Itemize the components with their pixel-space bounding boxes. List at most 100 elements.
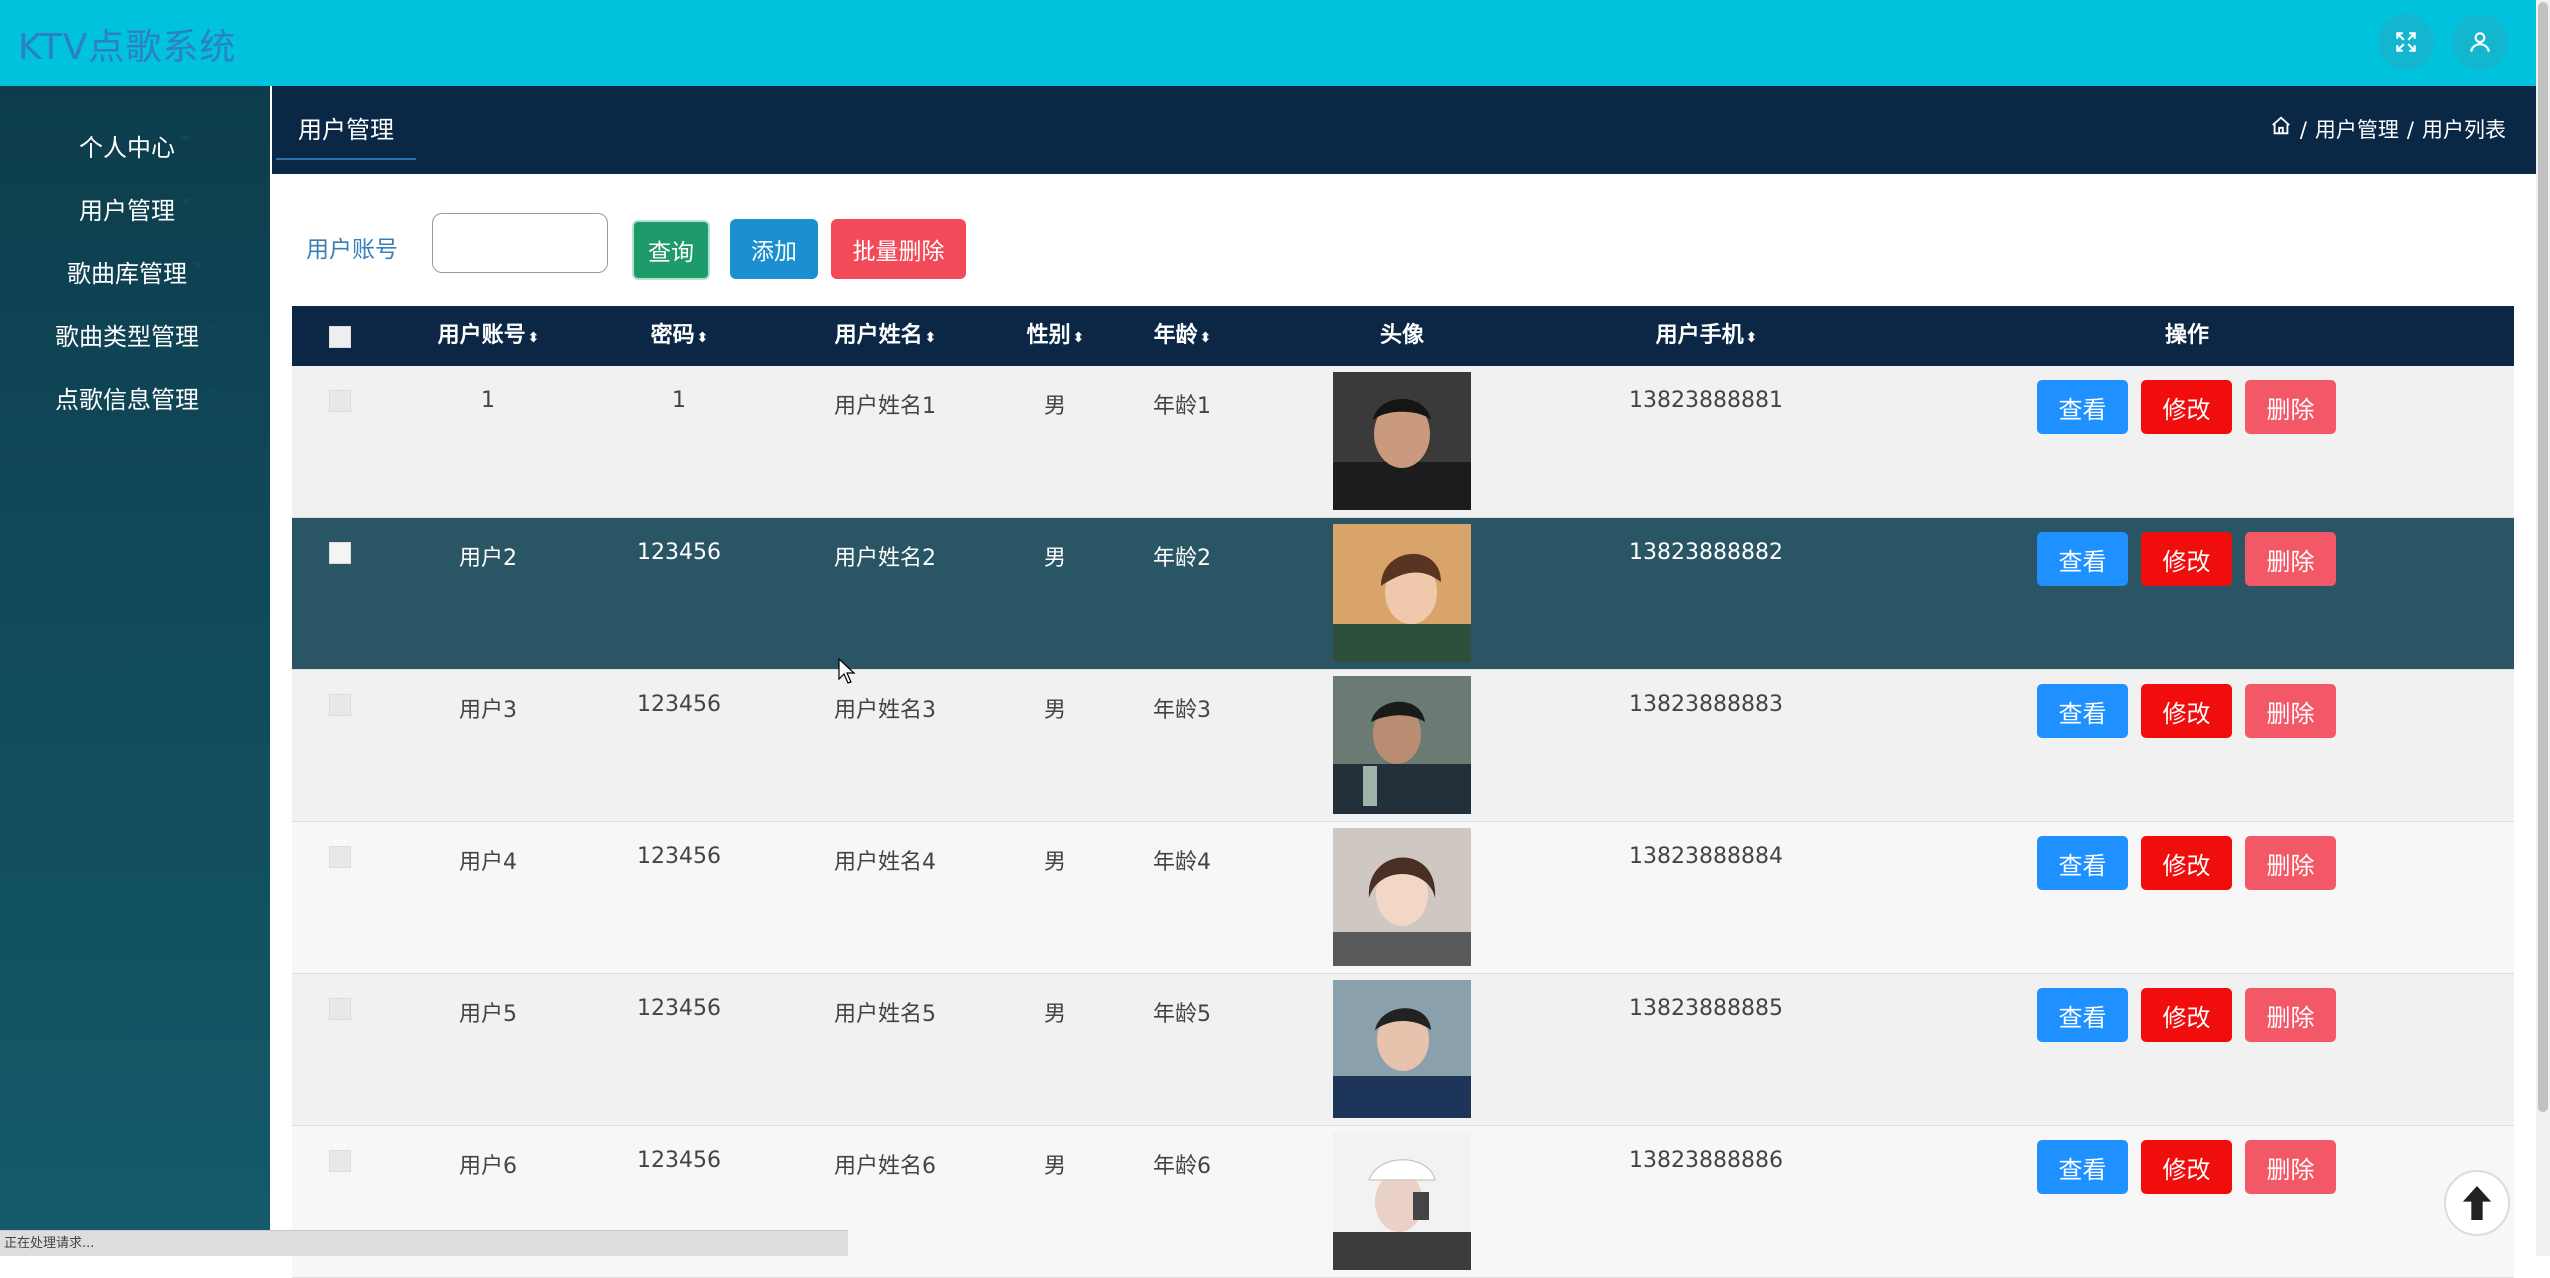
breadcrumb-user-management[interactable]: 用户管理 xyxy=(2315,86,2399,174)
scrollbar-thumb[interactable] xyxy=(2538,2,2548,1112)
table-row: 用户5 123456 用户姓名5 男 年龄5 13823888885 查看 修改 删除 xyxy=(292,974,2514,1126)
cell-account: 用户2 xyxy=(459,546,517,571)
cell-name: 用户姓名1 xyxy=(834,394,936,419)
row-checkbox[interactable] xyxy=(329,694,351,716)
tab-user-management[interactable]: 用户管理 xyxy=(276,86,416,160)
cell-age: 年龄4 xyxy=(1153,850,1211,875)
delete-button[interactable]: 删除 xyxy=(2245,1140,2336,1194)
sort-icon: ⬍ xyxy=(527,330,540,346)
edit-button[interactable]: 修改 xyxy=(2141,532,2232,586)
add-button[interactable]: 添加 xyxy=(730,219,818,279)
row-checkbox[interactable] xyxy=(329,542,351,564)
cell-account: 1 xyxy=(481,388,495,413)
column-header-gender[interactable]: 性别 ⬍ xyxy=(1027,306,1085,368)
cell-age: 年龄2 xyxy=(1153,546,1211,571)
back-to-top-button[interactable] xyxy=(2444,1170,2510,1236)
cell-password: 123456 xyxy=(637,540,721,565)
breadcrumb-separator: / xyxy=(2299,118,2307,142)
cell-phone: 13823888886 xyxy=(1629,1148,1783,1173)
row-checkbox[interactable] xyxy=(329,846,351,868)
status-bar: 正在处理请求... xyxy=(0,1230,848,1256)
row-checkbox[interactable] xyxy=(329,998,351,1020)
chevron-down-icon xyxy=(181,136,191,142)
column-header-account[interactable]: 用户账号 ⬍ xyxy=(438,306,540,368)
cell-account: 用户3 xyxy=(459,698,517,723)
view-button[interactable]: 查看 xyxy=(2037,988,2128,1042)
column-header-actions: 操作 xyxy=(2164,323,2210,348)
cell-gender: 男 xyxy=(1043,394,1067,419)
view-button[interactable]: 查看 xyxy=(2037,684,2128,738)
cell-phone: 13823888882 xyxy=(1629,540,1783,565)
cell-name: 用户姓名6 xyxy=(834,1154,936,1179)
cell-gender: 男 xyxy=(1043,1002,1067,1027)
sidebar-item-song-library[interactable]: 歌曲库管理 xyxy=(0,254,270,289)
bulk-delete-button[interactable]: 批量删除 xyxy=(831,219,966,279)
search-label: 用户账号 xyxy=(306,237,398,263)
cell-gender: 男 xyxy=(1043,1154,1067,1179)
cell-password: 123456 xyxy=(637,844,721,869)
page-scrollbar[interactable] xyxy=(2536,0,2550,1256)
delete-button[interactable]: 删除 xyxy=(2245,380,2336,434)
sidebar-item-song-request-info[interactable]: 点歌信息管理 xyxy=(0,380,270,415)
column-header-password[interactable]: 密码 ⬍ xyxy=(651,306,709,368)
cell-age: 年龄1 xyxy=(1153,394,1211,419)
cell-gender: 男 xyxy=(1043,850,1067,875)
cell-phone: 13823888883 xyxy=(1629,692,1783,717)
row-checkbox[interactable] xyxy=(329,390,351,412)
cell-gender: 男 xyxy=(1043,698,1067,723)
avatar xyxy=(1333,1132,1471,1270)
edit-button[interactable]: 修改 xyxy=(2141,380,2232,434)
row-checkbox[interactable] xyxy=(329,1150,351,1172)
query-button[interactable]: 查询 xyxy=(632,220,710,280)
column-header-name[interactable]: 用户姓名 ⬍ xyxy=(835,306,937,368)
select-all-checkbox[interactable] xyxy=(329,326,351,348)
sidebar-item-personal-center[interactable]: 个人中心 xyxy=(0,128,270,163)
edit-button[interactable]: 修改 xyxy=(2141,836,2232,890)
sort-icon: ⬍ xyxy=(1199,330,1212,346)
avatar xyxy=(1333,980,1471,1118)
home-icon[interactable] xyxy=(2270,86,2292,174)
top-header: KTV点歌系统 xyxy=(0,0,2536,86)
column-header-age[interactable]: 年龄 ⬍ xyxy=(1154,306,1212,368)
sidebar-item-song-type[interactable]: 歌曲类型管理 xyxy=(0,317,270,352)
edit-button[interactable]: 修改 xyxy=(2141,684,2232,738)
view-button[interactable]: 查看 xyxy=(2037,1140,2128,1194)
delete-button[interactable]: 删除 xyxy=(2245,988,2336,1042)
view-button[interactable]: 查看 xyxy=(2037,380,2128,434)
delete-button[interactable]: 删除 xyxy=(2245,836,2336,890)
cell-age: 年龄3 xyxy=(1153,698,1211,723)
cell-phone: 13823888885 xyxy=(1629,996,1783,1021)
cell-password: 123456 xyxy=(637,1148,721,1173)
avatar xyxy=(1333,372,1471,510)
delete-button[interactable]: 删除 xyxy=(2245,532,2336,586)
expand-icon[interactable] xyxy=(2378,14,2434,70)
user-icon[interactable] xyxy=(2452,14,2508,70)
sidebar-item-label: 个人中心 xyxy=(79,134,175,162)
delete-button[interactable]: 删除 xyxy=(2245,684,2336,738)
sidebar-item-user-management[interactable]: 用户管理 xyxy=(0,191,270,226)
cell-password: 123456 xyxy=(637,996,721,1021)
table-row: 1 1 用户姓名1 男 年龄1 13823888881 查看 修改 删除 xyxy=(292,366,2514,518)
sidebar-item-label: 用户管理 xyxy=(79,197,175,225)
cell-account: 用户5 xyxy=(459,1002,517,1027)
cell-name: 用户姓名2 xyxy=(834,546,936,571)
cell-name: 用户姓名3 xyxy=(834,698,936,723)
cell-password: 123456 xyxy=(637,692,721,717)
table-header: 用户账号 ⬍ 密码 ⬍ 用户姓名 ⬍ 性别 ⬍ 年龄 ⬍ 头像 用户手机 ⬍ 操作 xyxy=(292,306,2514,366)
sort-icon: ⬍ xyxy=(924,330,937,346)
cell-phone: 13823888884 xyxy=(1629,844,1783,869)
view-button[interactable]: 查看 xyxy=(2037,836,2128,890)
table-body: 1 1 用户姓名1 男年龄1 13823888881 查看 修改 删除 用户2 123456 用户姓… xyxy=(292,366,2514,1278)
view-button[interactable]: 查看 xyxy=(2037,532,2128,586)
column-header-phone[interactable]: 用户手机 ⬍ xyxy=(1656,306,1758,368)
cell-gender: 男 xyxy=(1043,546,1067,571)
breadcrumb-user-list: 用户列表 xyxy=(2422,118,2506,142)
chevron-down-icon xyxy=(193,262,203,268)
column-header-avatar: 头像 xyxy=(1379,323,1425,348)
edit-button[interactable]: 修改 xyxy=(2141,1140,2232,1194)
search-input[interactable] xyxy=(432,213,608,273)
avatar xyxy=(1333,828,1471,966)
avatar xyxy=(1333,676,1471,814)
sidebar: 个人中心 用户管理 歌曲库管理 歌曲类型管理 点歌信息管理 xyxy=(0,86,270,1256)
edit-button[interactable]: 修改 xyxy=(2141,988,2232,1042)
